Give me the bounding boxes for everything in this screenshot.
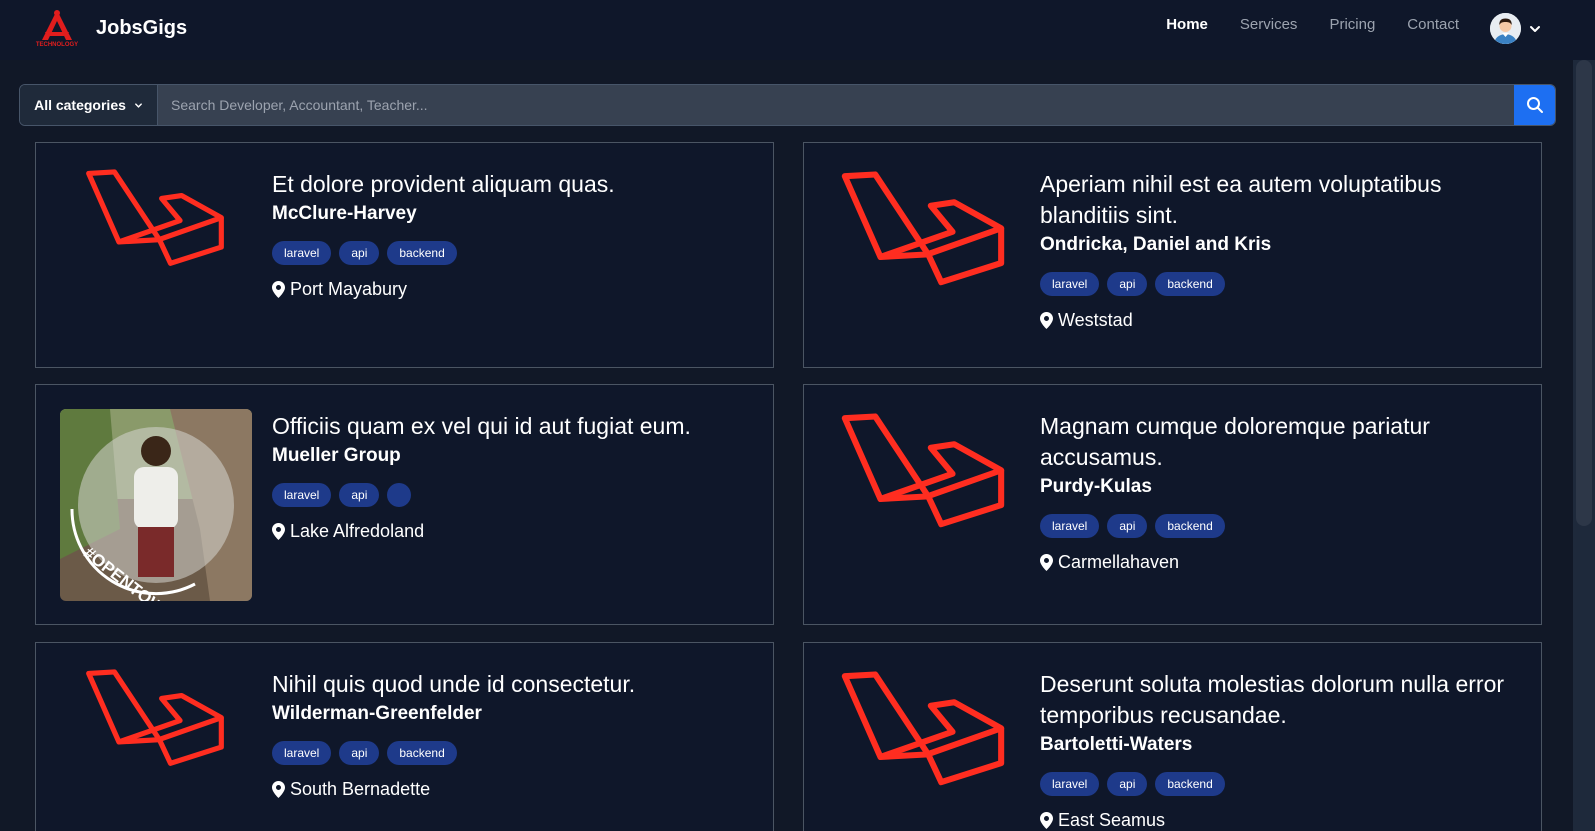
tag[interactable]: laravel (1040, 272, 1100, 296)
job-title[interactable]: Nihil quis quod unde id consectetur. (272, 669, 751, 700)
nav-home[interactable]: Home (1166, 16, 1208, 33)
location: Weststad (1040, 310, 1519, 331)
profile-photo: #OPENTOWORK (60, 409, 252, 601)
location: East Seamus (1040, 810, 1519, 831)
job-card[interactable]: Et dolore provident aliquam quas. McClur… (35, 142, 774, 368)
job-card[interactable]: Nihil quis quod unde id consectetur. Wil… (35, 642, 774, 831)
brand-logo-text: TECHNOLOGY (36, 42, 78, 48)
nav-links: Home Services Pricing Contact (1166, 16, 1459, 33)
location-text: South Bernadette (290, 779, 431, 799)
user-menu[interactable] (1490, 13, 1541, 44)
tag[interactable]: backend (1155, 772, 1225, 796)
tag[interactable]: laravel (272, 241, 332, 265)
job-title[interactable]: Et dolore provident aliquam quas. (272, 169, 751, 200)
category-dropdown[interactable]: All categories (20, 85, 158, 125)
tag[interactable]: backend (387, 741, 457, 765)
brand-name: JobsGigs (96, 16, 188, 39)
search-button[interactable] (1514, 85, 1555, 125)
company-name: Purdy-Kulas (1040, 476, 1152, 497)
page-scrollbar[interactable] (1573, 60, 1595, 831)
tag[interactable]: laravel (272, 741, 332, 765)
location: Port Mayabury (272, 279, 751, 300)
search-input[interactable] (158, 85, 1514, 125)
tag[interactable]: laravel (1040, 514, 1100, 538)
company-name: Wilderman-Greenfelder (272, 703, 482, 724)
job-title[interactable]: Magnam cumque doloremque pariatur accusa… (1040, 411, 1519, 473)
tag[interactable]: api (1107, 772, 1148, 796)
brand-logo-icon: TECHNOLOGY (36, 10, 78, 48)
navbar: TECHNOLOGY JobsGigs Home Services Pricin… (0, 0, 1595, 60)
nav-services[interactable]: Services (1240, 16, 1298, 33)
job-title[interactable]: Officiis quam ex vel qui id aut fugiat e… (272, 411, 751, 442)
laravel-logo-icon (60, 169, 250, 309)
map-pin-icon (272, 281, 285, 298)
tag[interactable] (387, 483, 412, 507)
location-text: East Seamus (1058, 810, 1166, 830)
tag[interactable]: backend (1155, 272, 1225, 296)
avatar-icon (1490, 13, 1521, 44)
category-label: All categories (34, 97, 126, 113)
avatar[interactable] (1490, 13, 1521, 44)
map-pin-icon (1040, 312, 1053, 329)
location-text: Lake Alfredoland (290, 521, 425, 541)
search-bar: All categories (19, 84, 1556, 126)
laravel-logo-icon (828, 171, 1018, 336)
tag[interactable]: backend (387, 241, 457, 265)
nav-pricing[interactable]: Pricing (1329, 16, 1375, 33)
job-card[interactable]: Magnam cumque doloremque pariatur accusa… (803, 384, 1542, 625)
tag[interactable]: backend (1155, 514, 1225, 538)
company-name: McClure-Harvey (272, 203, 417, 224)
location-text: Carmellahaven (1058, 552, 1180, 572)
map-pin-icon (1040, 812, 1053, 829)
laravel-logo-icon (828, 413, 1018, 578)
nav-contact[interactable]: Contact (1407, 16, 1459, 33)
laravel-logo-icon (828, 671, 1018, 831)
map-pin-icon (272, 523, 285, 540)
search-icon (1526, 97, 1543, 113)
tag[interactable]: api (339, 741, 380, 765)
company-name: Bartoletti-Waters (1040, 734, 1193, 755)
tag[interactable]: api (339, 483, 380, 507)
job-title[interactable]: Aperiam nihil est ea autem voluptatibus … (1040, 169, 1519, 231)
tag[interactable]: api (1107, 272, 1148, 296)
job-card[interactable]: Deserunt soluta molestias dolorum nulla … (803, 642, 1542, 831)
map-pin-icon (272, 781, 285, 798)
location: Carmellahaven (1040, 552, 1519, 573)
company-name: Ondricka, Daniel and Kris (1040, 234, 1272, 255)
location: South Bernadette (272, 779, 751, 800)
chevron-down-icon (1530, 25, 1540, 32)
tag[interactable]: api (1107, 514, 1148, 538)
scrollbar-thumb[interactable] (1576, 60, 1592, 526)
tag[interactable]: laravel (1040, 772, 1100, 796)
brand[interactable]: TECHNOLOGY JobsGigs (28, 8, 187, 48)
job-title[interactable]: Deserunt soluta molestias dolorum nulla … (1040, 669, 1519, 731)
job-card[interactable]: #OPENTOWORK Officiis quam ex vel qui id … (35, 384, 774, 625)
map-pin-icon (1040, 554, 1053, 571)
location: Lake Alfredoland (272, 521, 751, 542)
location-text: Weststad (1058, 310, 1133, 330)
laravel-logo-icon (60, 669, 250, 809)
tag[interactable]: api (339, 241, 380, 265)
chevron-down-icon (134, 102, 142, 108)
job-card[interactable]: Aperiam nihil est ea autem voluptatibus … (803, 142, 1542, 368)
location-text: Port Mayabury (290, 279, 408, 299)
company-name: Mueller Group (272, 445, 401, 466)
tag[interactable]: laravel (272, 483, 332, 507)
